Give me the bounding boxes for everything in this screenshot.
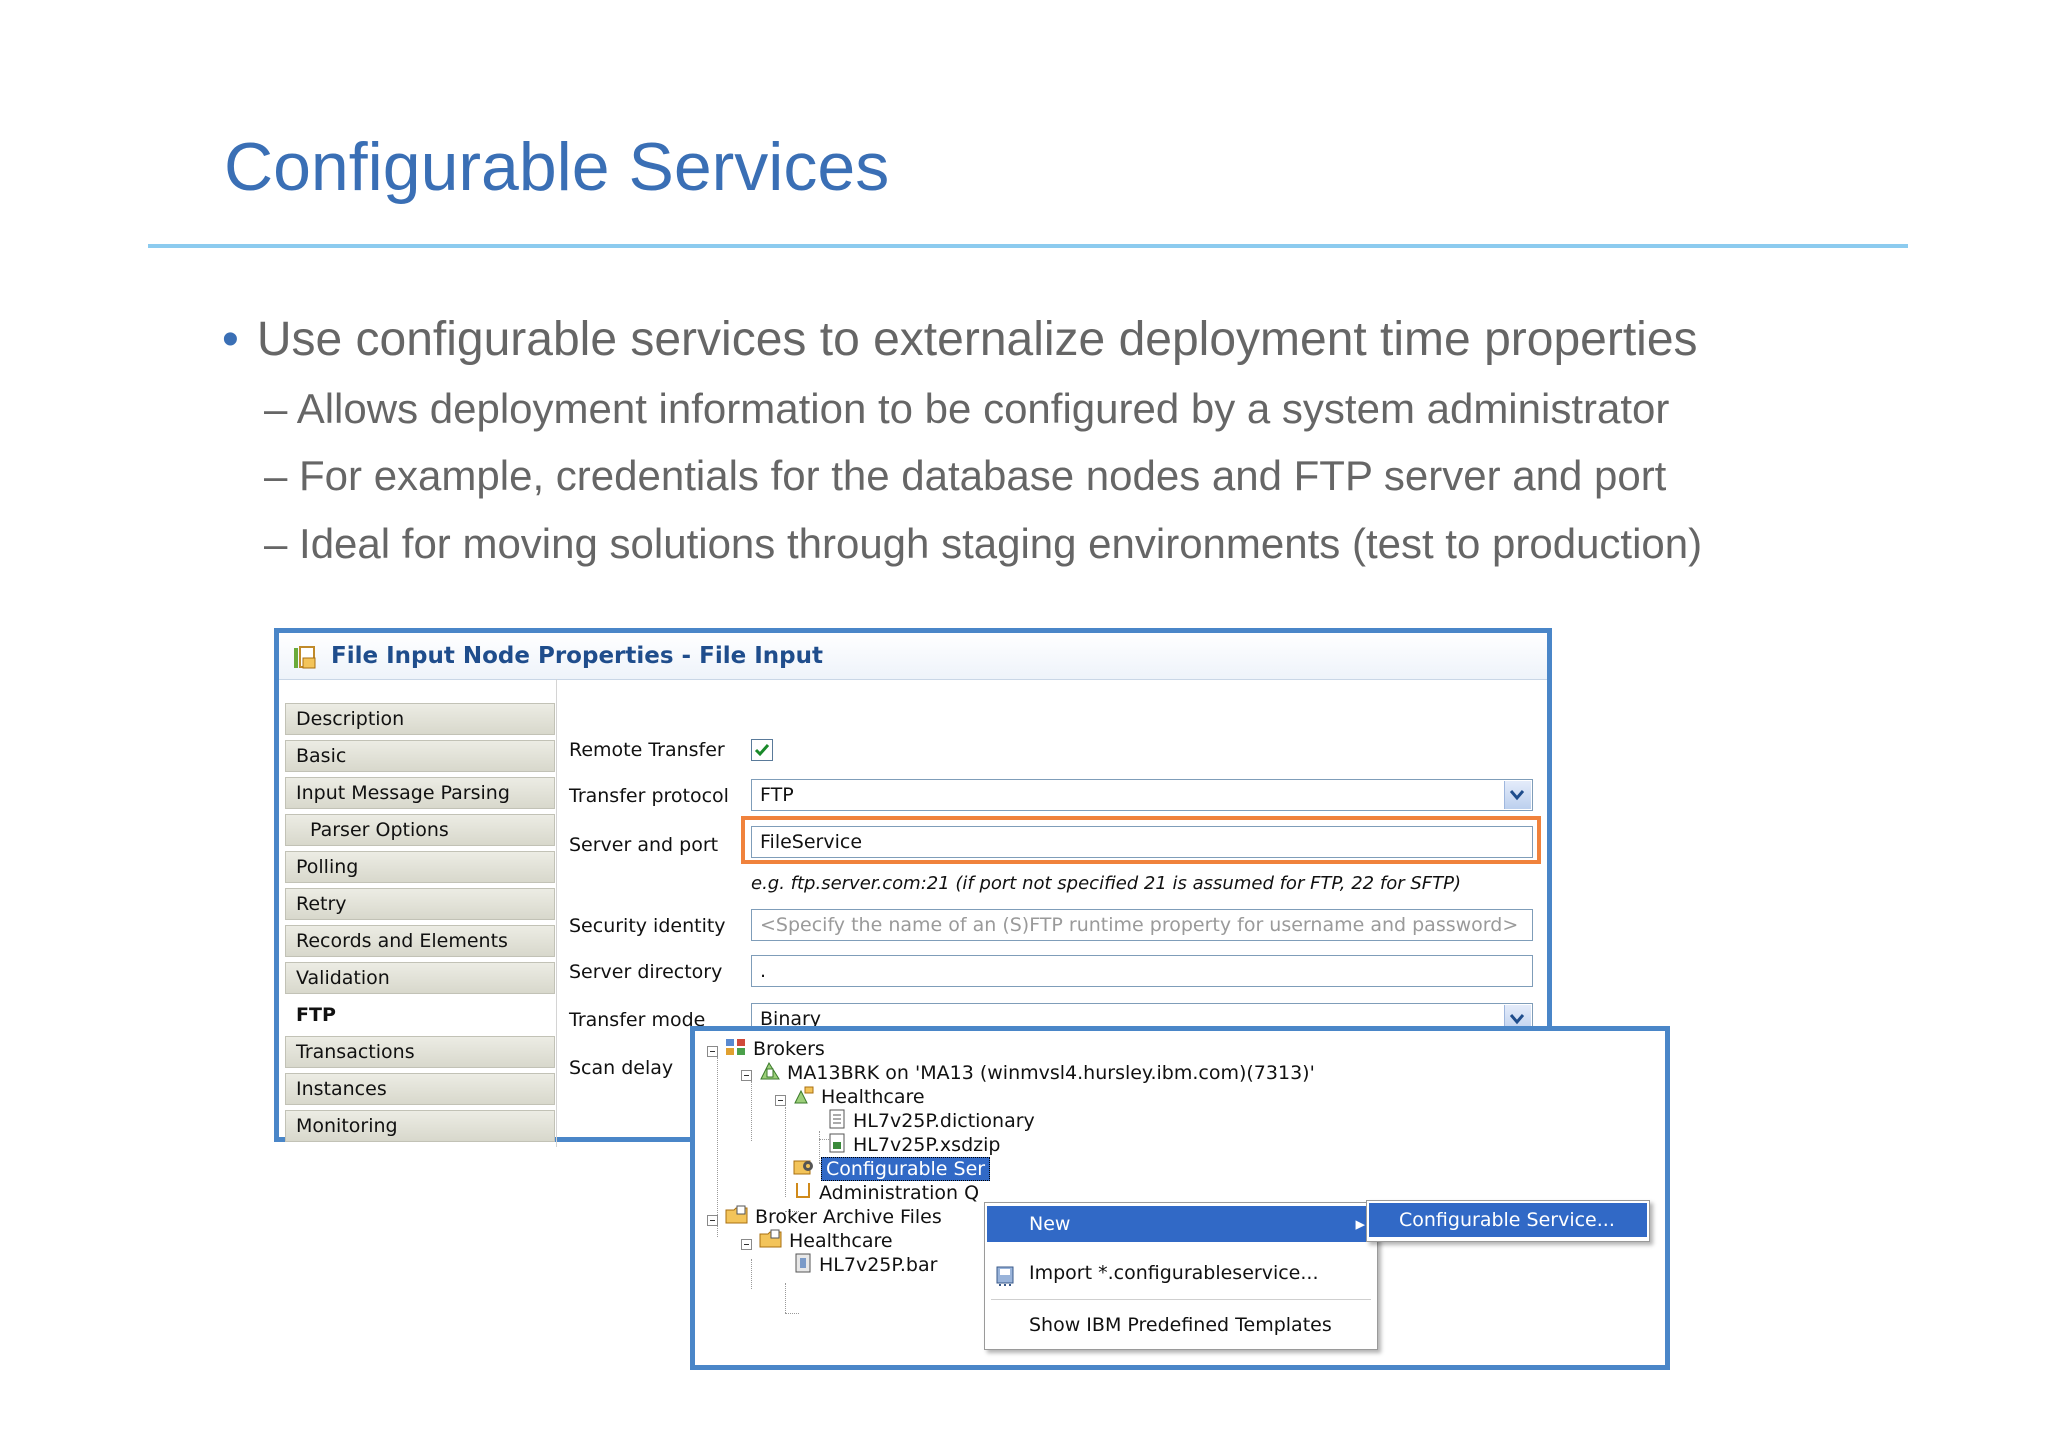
execution-group-icon [793,1085,815,1110]
menu-item-configurable-service[interactable]: Configurable Service... [1369,1203,1647,1237]
chevron-down-icon [1510,1014,1524,1025]
collapse-archive-healthcare-toggle[interactable] [741,1239,752,1250]
transfer-protocol-value: FTP [760,784,794,806]
checkmark-icon [754,744,770,757]
transfer-protocol-label: Transfer protocol [569,785,729,807]
submenu-arrow-icon: ▸ [1355,1213,1365,1235]
nav-item-input-message-parsing[interactable]: Input Message Parsing [285,777,555,809]
server-port-highlight [741,816,1541,864]
menu-separator [991,1299,1371,1300]
main-bullet-text: Use configurable services to externalize… [256,313,1698,366]
xsdzip-file-icon [827,1133,847,1158]
menu-item-show-templates[interactable]: Show IBM Predefined Templates [987,1307,1375,1343]
nav-item-parser-options[interactable]: Parser Options [285,814,555,846]
nav-item-instances[interactable]: Instances [285,1073,555,1105]
tree-line [751,1081,752,1141]
context-menu: New ▸ Import *.configurableservice... Sh… [984,1202,1378,1350]
nav-divider [556,679,557,1147]
tree-node-brokers[interactable]: Brokers [725,1037,825,1062]
collapse-archive-toggle[interactable] [707,1215,718,1226]
tree-node-administration[interactable]: Administration Q [793,1181,979,1206]
import-icon [995,1263,1017,1299]
tree-node-healthcare[interactable]: Healthcare [793,1085,925,1110]
collapse-brokers-toggle[interactable] [707,1046,718,1057]
folder-icon [759,1229,783,1254]
sub-bullet-3: – Ideal for moving solutions through sta… [264,520,1703,567]
nav-item-records-and-elements[interactable]: Records and Elements [285,925,555,957]
nav-item-monitoring[interactable]: Monitoring [285,1110,555,1142]
transfer-mode-label: Transfer mode [569,1009,706,1031]
transfer-protocol-dropdown-button[interactable] [1504,781,1531,809]
security-identity-input[interactable]: <Specify the name of an (S)FTP runtime p… [751,909,1533,941]
remote-transfer-checkbox[interactable] [751,739,773,761]
administration-queue-icon [793,1181,813,1206]
collapse-healthcare-toggle[interactable] [775,1095,786,1106]
collapse-broker-toggle[interactable] [741,1070,752,1081]
security-identity-label: Security identity [569,915,726,937]
nav-item-retry[interactable]: Retry [285,888,555,920]
server-port-hint: e.g. ftp.server.com:21 (if port not spec… [751,873,1461,894]
slide-title: Configurable Services [224,129,890,205]
tree-line [717,1057,718,1237]
remote-transfer-label: Remote Transfer [569,739,725,761]
bullet-dot-icon: • [222,313,239,366]
tree-line [751,1259,752,1289]
properties-title-bar: File Input Node Properties - File Input [279,633,1547,680]
nav-item-description[interactable]: Description [285,703,555,735]
server-directory-input[interactable]: . [751,955,1533,987]
tree-node-bar[interactable]: HL7v25P.bar [793,1253,937,1278]
nav-item-basic[interactable]: Basic [285,740,555,772]
tree-node-dictionary[interactable]: HL7v25P.dictionary [827,1109,1035,1134]
file-input-node-icon [293,645,317,671]
sub-bullet-1: – Allows deployment information to be co… [264,385,1670,432]
properties-title: File Input Node Properties - File Input [331,643,823,669]
nav-item-ftp[interactable]: FTP [285,999,555,1031]
bar-file-icon [793,1253,813,1278]
properties-nav: Description Basic Input Message Parsing … [285,703,555,1147]
configurable-services-icon [793,1157,815,1182]
tree-node-configurable-services[interactable]: Configurable Ser [793,1157,991,1182]
nav-item-transactions[interactable]: Transactions [285,1036,555,1068]
tree-node-broker-archive-files[interactable]: Broker Archive Files [725,1205,942,1230]
sub-bullet-2: – For example, credentials for the datab… [264,452,1667,499]
folder-icon [725,1205,749,1230]
new-submenu: Configurable Service... [1366,1200,1650,1242]
tree-line [785,1283,786,1313]
brokers-icon [725,1037,747,1062]
tree-node-broker[interactable]: MA13BRK on 'MA13 (winmvsl4.hursley.ibm.c… [759,1061,1315,1086]
server-port-label: Server and port [569,834,719,856]
nav-item-polling[interactable]: Polling [285,851,555,883]
title-rule [148,244,1908,248]
menu-item-import[interactable]: Import *.configurableservice... [987,1255,1375,1291]
dictionary-file-icon [827,1109,847,1134]
main-bullet: • Use configurable services to externaliz… [222,312,1698,367]
scan-delay-label: Scan delay [569,1057,674,1079]
tree-line [785,1107,786,1197]
tree-node-xsdzip[interactable]: HL7v25P.xsdzip [827,1133,1000,1158]
server-directory-label: Server directory [569,961,723,983]
tree-node-archive-healthcare[interactable]: Healthcare [759,1229,893,1254]
chevron-down-icon [1510,790,1524,801]
broker-icon [759,1061,781,1086]
configurable-services-label: Configurable Ser [821,1157,991,1181]
menu-item-new[interactable]: New ▸ [987,1206,1375,1242]
tree-line [785,1313,799,1314]
nav-item-validation[interactable]: Validation [285,962,555,994]
transfer-protocol-select[interactable]: FTP [751,779,1533,811]
